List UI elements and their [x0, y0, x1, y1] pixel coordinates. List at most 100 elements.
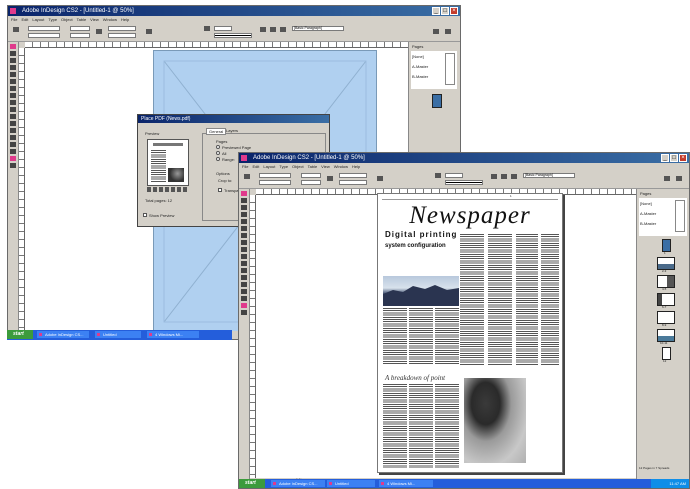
rotate-field[interactable] — [108, 33, 136, 38]
palette-menu-icon[interactable] — [676, 176, 682, 181]
eyedropper-tool-icon[interactable] — [10, 135, 16, 140]
w-field[interactable] — [301, 173, 321, 178]
paragraph-style-select[interactable]: [Basic Paragraph] — [523, 173, 575, 178]
range-radio[interactable] — [216, 157, 220, 161]
flip-icon[interactable] — [377, 176, 383, 181]
menu-layout[interactable]: Layout — [263, 163, 275, 170]
menu-edit[interactable]: Edit — [21, 16, 28, 23]
stroke-style-field[interactable] — [445, 180, 483, 185]
view-mode-icon[interactable] — [10, 163, 16, 168]
master-row-a[interactable]: A-Master — [412, 64, 428, 69]
taskbar-item-indesign[interactable]: Adobe InDesign CS... — [37, 331, 89, 338]
menu-object[interactable]: Object — [61, 16, 73, 23]
maximize-icon[interactable]: □ — [670, 154, 678, 162]
close-icon[interactable]: × — [450, 7, 458, 15]
page-nav-buttons[interactable] — [147, 187, 187, 192]
menu-table[interactable]: Table — [77, 16, 87, 23]
x-field[interactable] — [259, 173, 291, 178]
rectangle-tool-icon[interactable] — [10, 100, 16, 105]
rotate-tool-icon[interactable] — [10, 114, 16, 119]
fill-icon[interactable] — [435, 173, 441, 178]
frame-tool-icon[interactable] — [10, 93, 16, 98]
menu-help[interactable]: Help — [352, 163, 360, 170]
master-row-b[interactable]: B-Master — [640, 221, 656, 226]
stroke-weight-field[interactable] — [445, 173, 463, 178]
menu-object[interactable]: Object — [292, 163, 304, 170]
reference-point-icon[interactable] — [13, 27, 19, 32]
menu-edit[interactable]: Edit — [252, 163, 259, 170]
type-tool-icon[interactable] — [10, 72, 16, 77]
h-field[interactable] — [301, 180, 321, 185]
front-window-titlebar[interactable]: Adobe InDesign CS2 - [Untitled-1 @ 50%] … — [239, 153, 689, 163]
hand-tool-icon[interactable] — [241, 289, 247, 294]
zoom-tool-icon[interactable] — [10, 149, 16, 154]
align-icon[interactable] — [260, 27, 266, 32]
master-row-b[interactable]: B-Master — [412, 74, 428, 79]
fill-icon[interactable] — [204, 26, 210, 31]
wrap-icon[interactable] — [511, 174, 517, 179]
scale-field[interactable] — [339, 173, 367, 178]
constrain-icon[interactable] — [327, 176, 333, 181]
distribute-icon[interactable] — [270, 27, 276, 32]
distribute-icon[interactable] — [501, 174, 507, 179]
brush-icon[interactable] — [664, 176, 670, 181]
pages-panel-tab[interactable]: Pages — [640, 191, 651, 196]
eyedropper-tool-icon[interactable] — [241, 282, 247, 287]
menu-type[interactable]: Type — [48, 16, 57, 23]
master-row-none[interactable]: [None] — [640, 201, 652, 206]
all-pages-radio[interactable] — [216, 151, 220, 155]
gradient-tool-icon[interactable] — [241, 275, 247, 280]
y-field[interactable] — [28, 33, 60, 38]
tab-general[interactable]: General — [206, 128, 227, 135]
scale-tool-icon[interactable] — [241, 268, 247, 273]
minimize-icon[interactable]: _ — [432, 7, 440, 15]
pen-tool-icon[interactable] — [241, 212, 247, 217]
menu-view[interactable]: View — [90, 16, 99, 23]
hand-tool-icon[interactable] — [10, 142, 16, 147]
newspaper-page[interactable]: 1 Newspaper Digital printing system conf… — [377, 193, 563, 473]
selection-tool-icon[interactable] — [241, 198, 247, 203]
taskbar-item-indesign[interactable]: Adobe InDesign CS... — [271, 480, 325, 487]
taskbar-item-untitled[interactable]: Untitled — [95, 331, 141, 338]
maximize-icon[interactable]: □ — [441, 7, 449, 15]
menu-file[interactable]: File — [11, 16, 17, 23]
transparent-background-checkbox[interactable] — [218, 188, 222, 192]
menu-help[interactable]: Help — [121, 16, 129, 23]
pencil-tool-icon[interactable] — [241, 226, 247, 231]
align-icon[interactable] — [491, 174, 497, 179]
y-field[interactable] — [259, 180, 291, 185]
menu-file[interactable]: File — [242, 163, 248, 170]
stroke-style-field[interactable] — [214, 33, 252, 38]
dialog-titlebar[interactable]: Place PDF (News.pdf) — [138, 115, 329, 123]
pencil-tool-icon[interactable] — [10, 79, 16, 84]
w-field[interactable] — [70, 26, 90, 31]
previewed-page-radio[interactable] — [216, 145, 220, 149]
reference-point-icon[interactable] — [244, 174, 250, 179]
stroke-weight-field[interactable] — [214, 26, 232, 31]
direct-selection-tool-icon[interactable] — [241, 205, 247, 210]
master-row-a[interactable]: A-Master — [640, 211, 656, 216]
pages-panel-tab[interactable]: Pages — [412, 44, 423, 49]
gradient-tool-icon[interactable] — [10, 128, 16, 133]
rectangle-tool-icon[interactable] — [241, 247, 247, 252]
start-button[interactable]: start — [239, 479, 265, 488]
close-icon[interactable]: × — [679, 154, 687, 162]
taskbar-item-windows[interactable]: 4 Windows Mi... — [147, 331, 199, 338]
tab-layers[interactable]: Layers — [226, 128, 238, 133]
zoom-tool-icon[interactable] — [241, 296, 247, 301]
menu-window[interactable]: Window — [103, 16, 117, 23]
paragraph-style-select[interactable]: [Basic Paragraph] — [292, 26, 344, 31]
menu-layout[interactable]: Layout — [32, 16, 44, 23]
master-row-none[interactable]: [None] — [412, 54, 424, 59]
menu-table[interactable]: Table — [308, 163, 318, 170]
selection-tool-icon[interactable] — [10, 51, 16, 56]
rotate-field[interactable] — [339, 180, 367, 185]
view-mode-icon[interactable] — [241, 310, 247, 315]
taskbar-item-windows[interactable]: 4 Windows Mi... — [379, 480, 433, 487]
scissors-tool-icon[interactable] — [10, 107, 16, 112]
scale-tool-icon[interactable] — [10, 121, 16, 126]
tool-icon[interactable] — [241, 191, 247, 196]
line-tool-icon[interactable] — [10, 86, 16, 91]
page-thumb-1[interactable] — [432, 94, 442, 108]
menu-window[interactable]: Window — [334, 163, 348, 170]
